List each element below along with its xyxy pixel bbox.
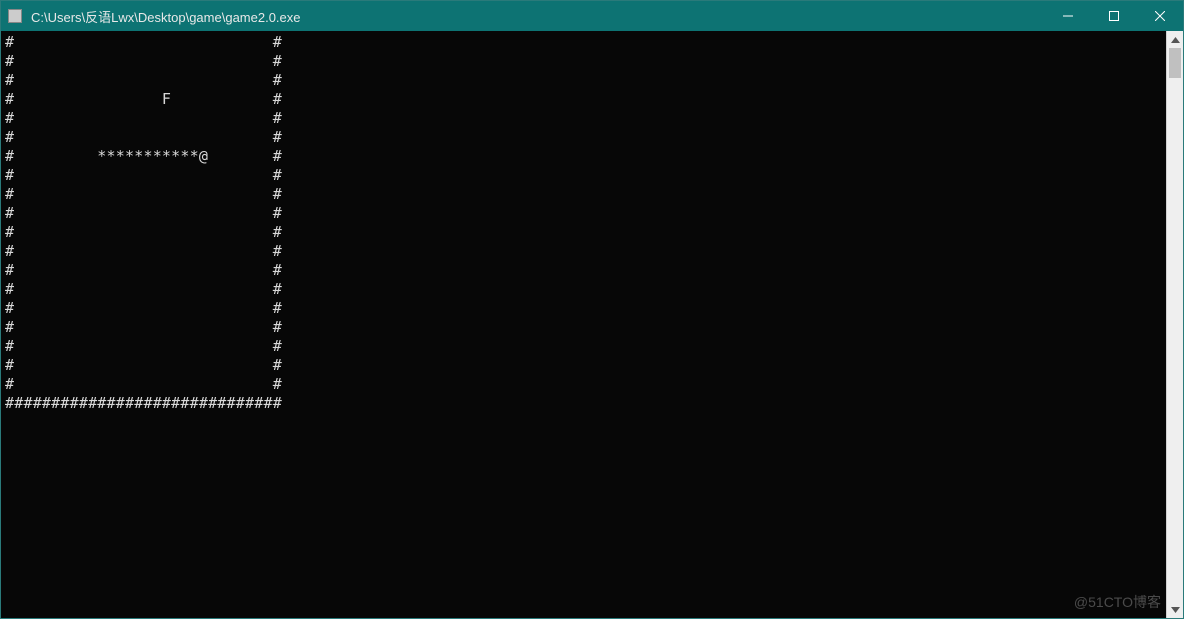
title-bar[interactable]: C:\Users\反语Lwx\Desktop\game\game2.0.exe (1, 1, 1183, 31)
game-console: # # # # # # # F # # # # # # **** (1, 31, 1166, 618)
close-button[interactable] (1137, 1, 1183, 31)
close-icon (1155, 11, 1165, 21)
chevron-down-icon (1171, 607, 1180, 613)
scrollbar-thumb[interactable] (1169, 48, 1181, 78)
app-icon (8, 9, 22, 23)
minimize-button[interactable] (1045, 1, 1091, 31)
scroll-down-button[interactable] (1167, 601, 1183, 618)
app-icon-box (1, 9, 29, 23)
vertical-scrollbar[interactable] (1166, 31, 1183, 618)
chevron-up-icon (1171, 37, 1180, 43)
app-window: C:\Users\反语Lwx\Desktop\game\game2.0.exe … (0, 0, 1184, 619)
scroll-up-button[interactable] (1167, 31, 1183, 48)
maximize-icon (1109, 11, 1119, 21)
maximize-button[interactable] (1091, 1, 1137, 31)
minimize-icon (1063, 11, 1073, 21)
client-area: # # # # # # # F # # # # # # **** (1, 31, 1183, 618)
scrollbar-track[interactable] (1167, 48, 1183, 601)
window-title: C:\Users\反语Lwx\Desktop\game\game2.0.exe (29, 7, 1045, 26)
